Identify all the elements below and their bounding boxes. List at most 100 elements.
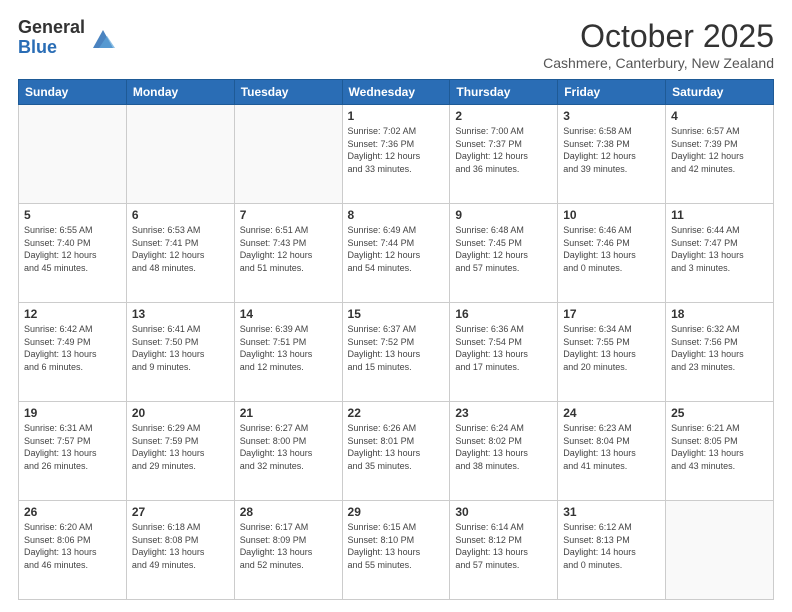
title-area: October 2025 Cashmere, Canterbury, New Z… <box>543 18 774 71</box>
day-info: Sunrise: 6:53 AM Sunset: 7:41 PM Dayligh… <box>132 224 229 274</box>
table-row: 6 Sunrise: 6:53 AM Sunset: 7:41 PM Daylig… <box>126 204 234 303</box>
day-number: 23 <box>455 406 552 420</box>
calendar-week-5: 26 Sunrise: 6:20 AM Sunset: 8:06 PM Dayli… <box>19 501 774 600</box>
day-number: 2 <box>455 109 552 123</box>
day-number: 29 <box>348 505 445 519</box>
logo-general: General <box>18 18 85 38</box>
day-info: Sunrise: 6:24 AM Sunset: 8:02 PM Dayligh… <box>455 422 552 472</box>
table-row: 18 Sunrise: 6:32 AM Sunset: 7:56 PM Dayli… <box>666 303 774 402</box>
table-row: 2 Sunrise: 7:00 AM Sunset: 7:37 PM Daylig… <box>450 105 558 204</box>
calendar-week-2: 5 Sunrise: 6:55 AM Sunset: 7:40 PM Daylig… <box>19 204 774 303</box>
day-info: Sunrise: 6:14 AM Sunset: 8:12 PM Dayligh… <box>455 521 552 571</box>
table-row: 21Sunrise: 6:27 AM Sunset: 8:00 PM Dayli… <box>234 402 342 501</box>
day-info: Sunrise: 6:12 AM Sunset: 8:13 PM Dayligh… <box>563 521 660 571</box>
table-row: 9Sunrise: 6:48 AM Sunset: 7:45 PM Daylig… <box>450 204 558 303</box>
logo-text: General Blue <box>18 18 85 58</box>
table-row: 4Sunrise: 6:57 AM Sunset: 7:39 PM Daylig… <box>666 105 774 204</box>
day-info: Sunrise: 6:18 AM Sunset: 8:08 PM Dayligh… <box>132 521 229 571</box>
col-saturday: Saturday <box>666 80 774 105</box>
day-number: 20 <box>132 406 229 420</box>
header: General Blue October 2025 Cashmere, Cant… <box>18 18 774 71</box>
day-number: 10 <box>563 208 660 222</box>
table-row: 27Sunrise: 6:18 AM Sunset: 8:08 PM Dayli… <box>126 501 234 600</box>
table-row <box>234 105 342 204</box>
day-number: 5 <box>24 208 121 222</box>
col-tuesday: Tuesday <box>234 80 342 105</box>
table-row: 1 Sunrise: 7:02 AM Sunset: 7:36 PM Daylig… <box>342 105 450 204</box>
day-info: Sunrise: 6:37 AM Sunset: 7:52 PM Dayligh… <box>348 323 445 373</box>
day-info: Sunrise: 6:36 AM Sunset: 7:54 PM Dayligh… <box>455 323 552 373</box>
col-thursday: Thursday <box>450 80 558 105</box>
day-info: Sunrise: 6:55 AM Sunset: 7:40 PM Dayligh… <box>24 224 121 274</box>
day-info: Sunrise: 7:02 AM Sunset: 7:36 PM Dayligh… <box>348 125 445 175</box>
calendar-header-row: Sunday Monday Tuesday Wednesday Thursday… <box>19 80 774 105</box>
logo-icon <box>89 24 117 52</box>
day-number: 8 <box>348 208 445 222</box>
table-row: 15 Sunrise: 6:37 AM Sunset: 7:52 PM Dayli… <box>342 303 450 402</box>
table-row <box>19 105 127 204</box>
day-number: 17 <box>563 307 660 321</box>
table-row <box>666 501 774 600</box>
day-number: 15 <box>348 307 445 321</box>
table-row: 22Sunrise: 6:26 AM Sunset: 8:01 PM Dayli… <box>342 402 450 501</box>
table-row: 29 Sunrise: 6:15 AM Sunset: 8:10 PM Dayli… <box>342 501 450 600</box>
day-info: Sunrise: 6:51 AM Sunset: 7:43 PM Dayligh… <box>240 224 337 274</box>
table-row: 25Sunrise: 6:21 AM Sunset: 8:05 PM Dayli… <box>666 402 774 501</box>
day-info: Sunrise: 6:21 AM Sunset: 8:05 PM Dayligh… <box>671 422 768 472</box>
table-row: 3Sunrise: 6:58 AM Sunset: 7:38 PM Daylig… <box>558 105 666 204</box>
day-info: Sunrise: 6:48 AM Sunset: 7:45 PM Dayligh… <box>455 224 552 274</box>
day-number: 28 <box>240 505 337 519</box>
table-row: 30 Sunrise: 6:14 AM Sunset: 8:12 PM Dayli… <box>450 501 558 600</box>
day-number: 16 <box>455 307 552 321</box>
table-row: 28 Sunrise: 6:17 AM Sunset: 8:09 PM Dayli… <box>234 501 342 600</box>
day-number: 7 <box>240 208 337 222</box>
table-row: 13Sunrise: 6:41 AM Sunset: 7:50 PM Dayli… <box>126 303 234 402</box>
day-number: 14 <box>240 307 337 321</box>
table-row: 16 Sunrise: 6:36 AM Sunset: 7:54 PM Dayli… <box>450 303 558 402</box>
col-friday: Friday <box>558 80 666 105</box>
table-row: 23 Sunrise: 6:24 AM Sunset: 8:02 PM Dayli… <box>450 402 558 501</box>
logo: General Blue <box>18 18 117 58</box>
day-number: 13 <box>132 307 229 321</box>
day-info: Sunrise: 6:15 AM Sunset: 8:10 PM Dayligh… <box>348 521 445 571</box>
table-row <box>126 105 234 204</box>
day-number: 26 <box>24 505 121 519</box>
table-row: 24Sunrise: 6:23 AM Sunset: 8:04 PM Dayli… <box>558 402 666 501</box>
calendar-table: Sunday Monday Tuesday Wednesday Thursday… <box>18 79 774 600</box>
table-row: 12Sunrise: 6:42 AM Sunset: 7:49 PM Dayli… <box>19 303 127 402</box>
day-info: Sunrise: 6:46 AM Sunset: 7:46 PM Dayligh… <box>563 224 660 274</box>
col-wednesday: Wednesday <box>342 80 450 105</box>
day-number: 18 <box>671 307 768 321</box>
day-number: 3 <box>563 109 660 123</box>
day-info: Sunrise: 6:31 AM Sunset: 7:57 PM Dayligh… <box>24 422 121 472</box>
table-row: 8 Sunrise: 6:49 AM Sunset: 7:44 PM Daylig… <box>342 204 450 303</box>
day-info: Sunrise: 6:26 AM Sunset: 8:01 PM Dayligh… <box>348 422 445 472</box>
day-number: 21 <box>240 406 337 420</box>
day-info: Sunrise: 6:17 AM Sunset: 8:09 PM Dayligh… <box>240 521 337 571</box>
day-number: 1 <box>348 109 445 123</box>
day-info: Sunrise: 6:49 AM Sunset: 7:44 PM Dayligh… <box>348 224 445 274</box>
day-number: 4 <box>671 109 768 123</box>
day-number: 19 <box>24 406 121 420</box>
day-info: Sunrise: 6:34 AM Sunset: 7:55 PM Dayligh… <box>563 323 660 373</box>
table-row: 31 Sunrise: 6:12 AM Sunset: 8:13 PM Dayli… <box>558 501 666 600</box>
table-row: 14Sunrise: 6:39 AM Sunset: 7:51 PM Dayli… <box>234 303 342 402</box>
calendar-week-1: 1 Sunrise: 7:02 AM Sunset: 7:36 PM Daylig… <box>19 105 774 204</box>
table-row: 7 Sunrise: 6:51 AM Sunset: 7:43 PM Daylig… <box>234 204 342 303</box>
day-info: Sunrise: 6:42 AM Sunset: 7:49 PM Dayligh… <box>24 323 121 373</box>
subtitle: Cashmere, Canterbury, New Zealand <box>543 55 774 71</box>
table-row: 10 Sunrise: 6:46 AM Sunset: 7:46 PM Dayli… <box>558 204 666 303</box>
day-info: Sunrise: 7:00 AM Sunset: 7:37 PM Dayligh… <box>455 125 552 175</box>
day-info: Sunrise: 6:29 AM Sunset: 7:59 PM Dayligh… <box>132 422 229 472</box>
day-number: 6 <box>132 208 229 222</box>
table-row: 19 Sunrise: 6:31 AM Sunset: 7:57 PM Dayli… <box>19 402 127 501</box>
day-info: Sunrise: 6:20 AM Sunset: 8:06 PM Dayligh… <box>24 521 121 571</box>
logo-blue: Blue <box>18 38 85 58</box>
col-sunday: Sunday <box>19 80 127 105</box>
day-info: Sunrise: 6:32 AM Sunset: 7:56 PM Dayligh… <box>671 323 768 373</box>
day-number: 30 <box>455 505 552 519</box>
page: General Blue October 2025 Cashmere, Cant… <box>0 0 792 612</box>
table-row: 20 Sunrise: 6:29 AM Sunset: 7:59 PM Dayli… <box>126 402 234 501</box>
calendar-week-3: 12Sunrise: 6:42 AM Sunset: 7:49 PM Dayli… <box>19 303 774 402</box>
day-number: 31 <box>563 505 660 519</box>
